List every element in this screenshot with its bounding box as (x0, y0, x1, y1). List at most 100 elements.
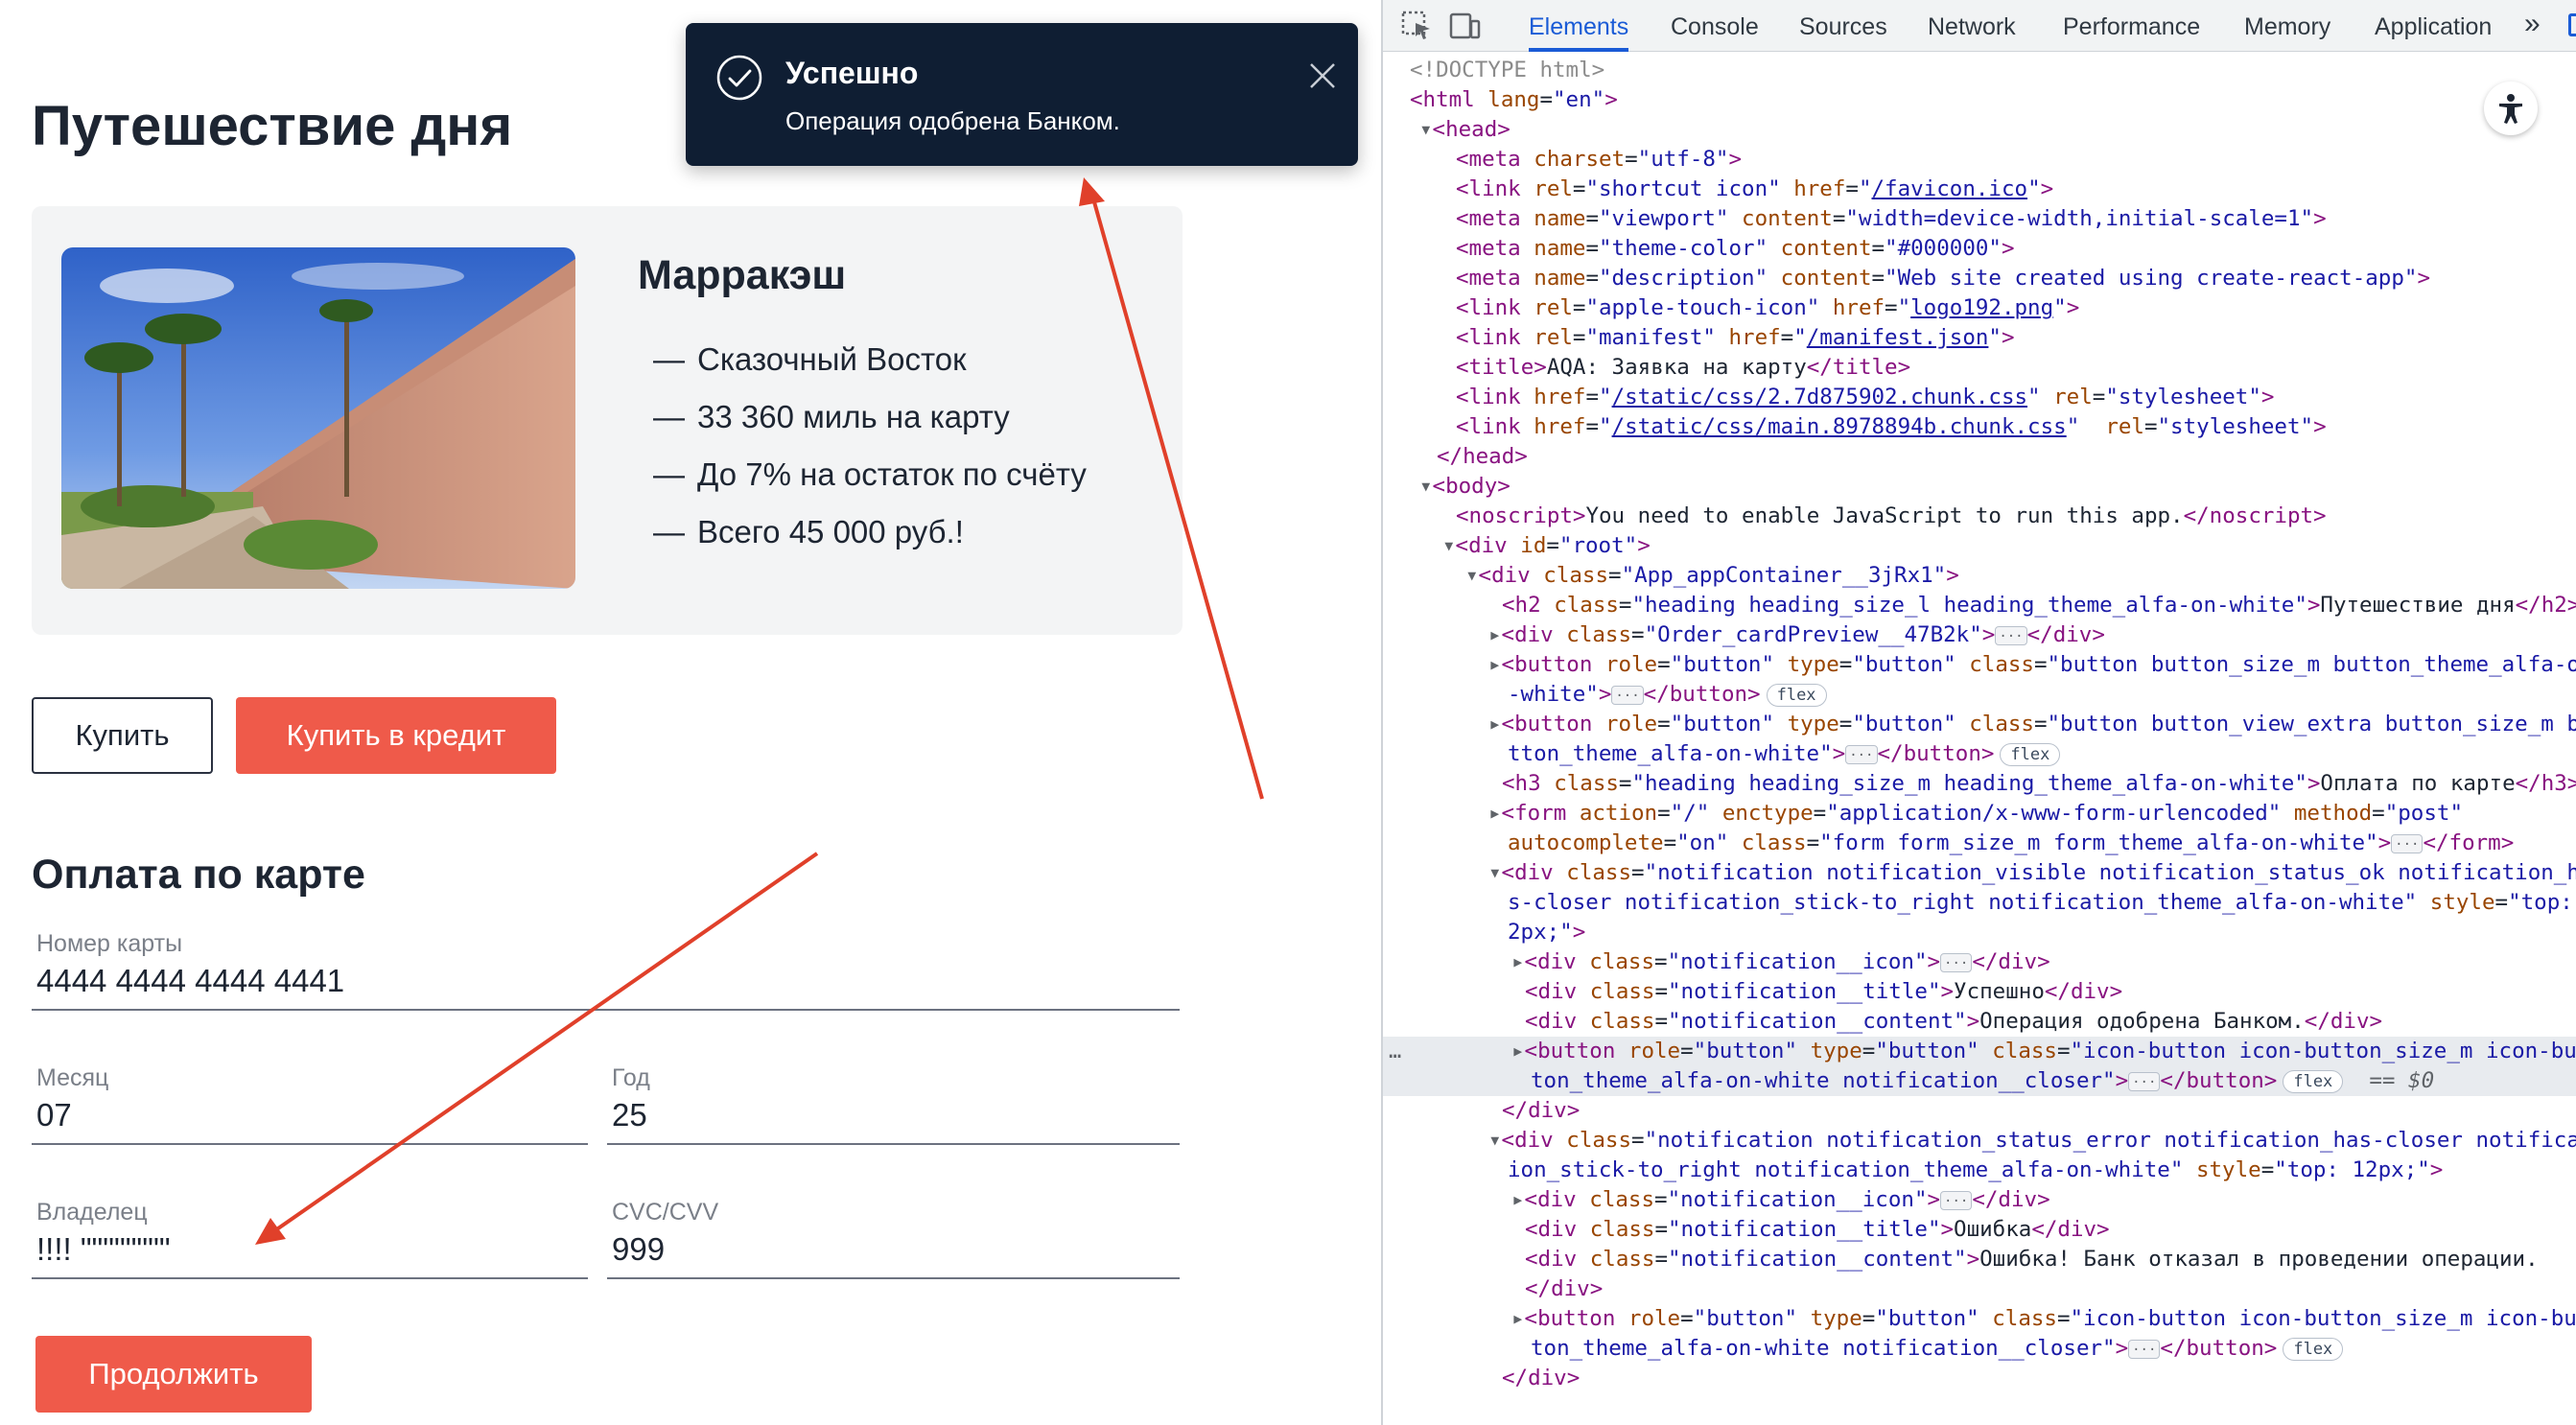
month-label: Месяц (36, 1064, 109, 1091)
dom-node-continued: autocomplete="on" class="form form_size_… (1508, 830, 2515, 855)
tab-application[interactable]: Application (2375, 0, 2492, 52)
buy-button[interactable]: Купить (32, 697, 213, 774)
dom-node[interactable]: ▸<button role="button" type="button" cla… (1383, 710, 2576, 739)
dom-node[interactable]: <link rel="shortcut icon" href="/favicon… (1383, 175, 2576, 204)
dom-node[interactable]: <link href="/static/css/2.7d875902.chunk… (1383, 383, 2576, 412)
dom-node-selected[interactable]: … ▸<button role="button" type="button" cl… (1383, 1037, 2576, 1066)
dom-node[interactable]: <link rel="apple-touch-icon" href="logo1… (1383, 293, 2576, 323)
dom-node[interactable]: ▸<div class="notification__icon"> ··· </di… (1383, 947, 2576, 977)
dom-node[interactable]: ▸<div class="notification__icon"> ··· </di… (1383, 1185, 2576, 1215)
collapsed-content-icon: ··· (2391, 833, 2424, 853)
dom-node-continued: s-closer notification_stick-to_right not… (1508, 890, 2573, 915)
collapsed-content-icon: ··· (2128, 1339, 2161, 1359)
dom-node[interactable]: ▸<form action="/" enctype="application/x… (1383, 799, 2576, 829)
dash-marker: — (653, 514, 685, 549)
dom-node[interactable]: <div class="notification__content">Опера… (1383, 1007, 2576, 1037)
dom-node[interactable]: <div class="notification__content">Ошибк… (1383, 1245, 2576, 1274)
dom-node[interactable]: ▸<button role="button" type="button" cla… (1383, 650, 2576, 680)
dom-node[interactable]: <title>AQA: Заявка на карту</title> (1383, 353, 2576, 383)
dom-node[interactable]: <meta name="theme-color" content="#00000… (1383, 234, 2576, 264)
row-menu-icon[interactable]: … (1389, 1037, 1401, 1066)
tab-sources[interactable]: Sources (1799, 0, 1887, 52)
dom-node[interactable]: ▾<div class="App_appContainer__3jRx1"> (1383, 561, 2576, 591)
dom-node[interactable]: <!DOCTYPE html> (1383, 56, 2576, 85)
dom-node[interactable]: <noscript>You need to enable JavaScript … (1383, 502, 2576, 531)
buy-credit-button[interactable]: Купить в кредит (236, 697, 556, 774)
device-toolbar-icon[interactable] (1448, 10, 1481, 42)
collapsed-content-icon: ··· (2128, 1071, 2161, 1091)
dash-marker: — (653, 341, 685, 377)
devtools-tab-bar: Elements Console Sources Network Perform… (1383, 0, 2576, 52)
more-tabs-button[interactable]: » (2524, 8, 2541, 40)
sidebar-toggle-icon[interactable] (2568, 13, 2576, 36)
cvc-field[interactable]: CVC/CVV 999 (607, 1199, 1180, 1279)
card-number-field[interactable]: Номер карты 4444 4444 4444 4441 (32, 930, 1180, 1011)
dom-node[interactable]: ▾<div class="notification notification_s… (1383, 1126, 2576, 1156)
checkmark-circle-icon (716, 55, 762, 101)
month-field[interactable]: Месяц 07 (32, 1064, 588, 1145)
flex-badge[interactable]: flex (2000, 742, 2061, 766)
marrakech-photo (61, 247, 575, 589)
dom-node[interactable]: ▾<div id="root"> (1383, 531, 2576, 561)
collapsed-content-icon: ··· (1611, 685, 1644, 705)
tab-console[interactable]: Console (1671, 0, 1759, 52)
dom-node-continued: ton_theme_alfa-on-white notification__cl… (1383, 1334, 2576, 1364)
cvc-label: CVC/CVV (612, 1199, 719, 1226)
tab-elements[interactable]: Elements (1529, 0, 1629, 52)
flex-badge[interactable]: flex (2283, 1337, 2344, 1361)
dom-node[interactable]: ▸<div class="Order_cardPreview__47B2k"> ·… (1383, 620, 2576, 650)
dom-node[interactable]: <meta charset="utf-8"> (1383, 145, 2576, 175)
notification-content: Операция одобрена Банком. (785, 106, 1120, 135)
dom-node[interactable]: <link rel="manifest" href="/manifest.jso… (1383, 323, 2576, 353)
owner-field[interactable]: Владелец !!!! """""""" (32, 1199, 588, 1279)
year-value[interactable]: 25 (612, 1097, 647, 1133)
continue-button[interactable]: Продолжить (35, 1336, 312, 1413)
card-number-value[interactable]: 4444 4444 4444 4441 (36, 963, 344, 999)
tab-performance[interactable]: Performance (2063, 0, 2200, 52)
card-feature-text: 33 360 миль на карту (697, 399, 1010, 434)
collapsed-content-icon: ··· (1995, 625, 2027, 645)
dom-node[interactable]: <div class="notification__title">Ошибка<… (1383, 1215, 2576, 1245)
card-feature: — Сказочный Восток (653, 331, 1087, 388)
collapsed-content-icon: ··· (1940, 1190, 1973, 1210)
page-title: Путешествие дня (32, 95, 513, 157)
cvc-value[interactable]: 999 (612, 1231, 665, 1268)
owner-label: Владелец (36, 1199, 148, 1226)
dom-node-continued: -white"> ··· </button> flex (1383, 680, 2576, 710)
dom-node-continued: tton_theme_alfa-on-white"> ··· </button> fl… (1383, 739, 2576, 769)
inspect-element-icon[interactable] (1400, 10, 1433, 42)
card-feature: — Всего 45 000 руб.! (653, 503, 1087, 561)
tab-network[interactable]: Network (1928, 0, 2016, 52)
card-feature-text: Сказочный Восток (697, 341, 967, 377)
dom-node[interactable]: <meta name="viewport" content="width=dev… (1383, 204, 2576, 234)
dom-node[interactable]: </div> (1383, 1274, 2576, 1304)
dom-node-continued: 2px;"> (1508, 920, 1586, 945)
year-field[interactable]: Год 25 (607, 1064, 1180, 1145)
dom-node[interactable]: ▾<head> (1383, 115, 2576, 145)
close-icon[interactable] (1302, 56, 1343, 96)
card-number-label: Номер карты (36, 930, 183, 957)
success-notification: Успешно Операция одобрена Банком. (686, 23, 1358, 166)
dom-node[interactable]: </div> (1383, 1364, 2576, 1393)
dom-node[interactable]: </div> (1383, 1096, 2576, 1126)
dom-node[interactable]: <h3 class="heading heading_size_m headin… (1383, 769, 2576, 799)
notification-title: Успешно (785, 56, 919, 90)
month-value[interactable]: 07 (36, 1097, 72, 1133)
card-feature: — 33 360 миль на карту (653, 388, 1087, 446)
flex-badge[interactable]: flex (1766, 683, 1827, 707)
card-feature-text: Всего 45 000 руб.! (697, 514, 964, 549)
payment-heading: Оплата по карте (32, 852, 365, 898)
collapsed-content-icon: ··· (1940, 952, 1973, 972)
tab-memory[interactable]: Memory (2244, 0, 2330, 52)
dom-node[interactable]: ▾<body> (1383, 472, 2576, 502)
dom-node[interactable]: ▸<button role="button" type="button" cla… (1383, 1304, 2576, 1334)
dom-node[interactable]: <h2 class="heading heading_size_l headin… (1383, 591, 2576, 620)
flex-badge[interactable]: flex (2283, 1069, 2344, 1093)
dom-node[interactable]: <div class="notification__title">Успешно… (1383, 977, 2576, 1007)
dom-node[interactable]: <link href="/static/css/main.8978894b.ch… (1383, 412, 2576, 442)
dom-node[interactable]: <meta name="description" content="Web si… (1383, 264, 2576, 293)
dom-node[interactable]: ▾<div class="notification notification_v… (1383, 858, 2576, 888)
dom-node[interactable]: <html lang="en"> (1383, 85, 2576, 115)
owner-value[interactable]: !!!! """""""" (36, 1231, 171, 1268)
dom-node[interactable]: </head> (1383, 442, 2576, 472)
